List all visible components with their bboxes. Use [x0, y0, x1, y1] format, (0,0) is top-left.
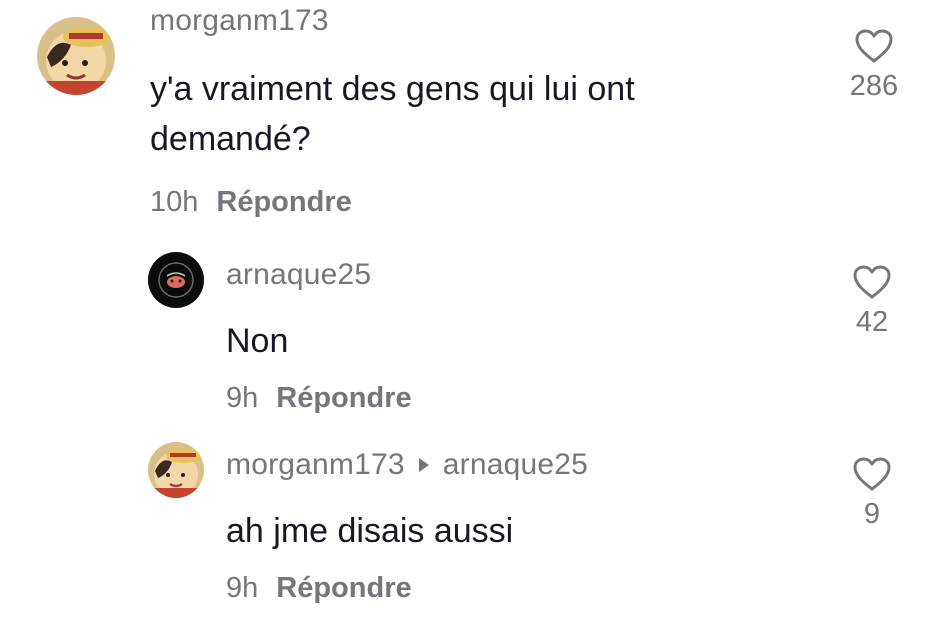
- reply-arrow-icon: [418, 457, 429, 472]
- comment-meta: 9h Répondre: [226, 382, 412, 415]
- comment-username[interactable]: morganm173: [150, 4, 329, 38]
- anime-character-avatar-icon: [148, 442, 204, 498]
- like-count: 9: [863, 498, 881, 530]
- like-button[interactable]: 42: [832, 264, 912, 339]
- comment-username-reply-to[interactable]: arnaque25: [443, 448, 588, 481]
- heart-icon: [853, 265, 891, 299]
- comment-meta: 10h Répondre: [150, 186, 352, 219]
- like-count: 42: [855, 306, 889, 338]
- like-count: 286: [849, 70, 899, 102]
- user-avatar[interactable]: [37, 17, 115, 95]
- comment-text: y'a vraiment des gens qui lui ont demand…: [150, 70, 635, 158]
- heart-icon: [855, 29, 893, 63]
- comment-username: morganm173 arnaque25: [226, 448, 588, 482]
- comment-timestamp: 10h: [150, 186, 199, 218]
- comment-username-author[interactable]: morganm173: [226, 448, 405, 481]
- like-button[interactable]: 286: [834, 28, 914, 103]
- user-avatar[interactable]: [148, 442, 204, 498]
- reply-button[interactable]: Répondre: [276, 572, 411, 604]
- like-button[interactable]: 9: [832, 456, 912, 531]
- comment-text: ah jme disais aussi: [226, 512, 514, 550]
- reply-button[interactable]: Répondre: [276, 382, 411, 414]
- comment-username[interactable]: arnaque25: [226, 258, 371, 292]
- comment-timestamp: 9h: [226, 382, 259, 414]
- comment-text: Non: [226, 322, 289, 360]
- comment-timestamp: 9h: [226, 572, 259, 604]
- comment-meta: 9h Répondre: [226, 572, 412, 605]
- dark-logo-avatar-icon: [148, 252, 204, 308]
- anime-character-avatar-icon: [37, 17, 115, 95]
- reply-button[interactable]: Répondre: [216, 186, 351, 218]
- heart-icon: [853, 457, 891, 491]
- user-avatar[interactable]: [148, 252, 204, 308]
